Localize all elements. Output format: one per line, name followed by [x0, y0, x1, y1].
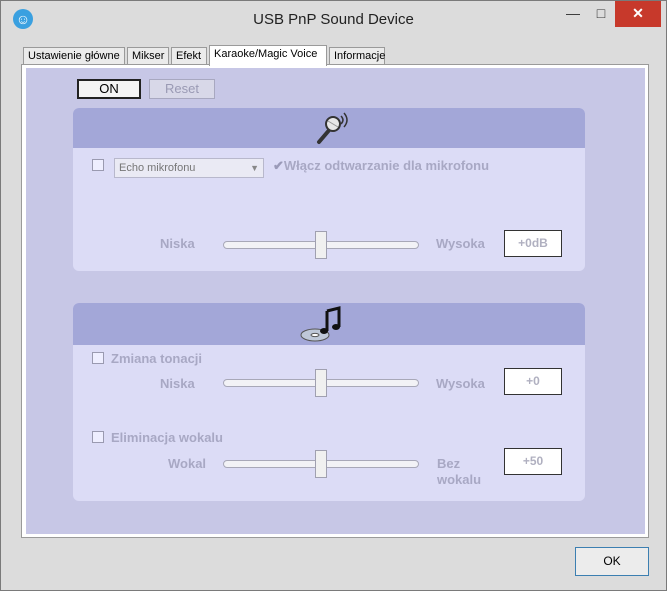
sound-device-window: ☺ USB PnP Sound Device — □ ✕ Ustawienie …	[0, 0, 667, 591]
microphone-group-header	[73, 108, 585, 148]
vocal-slider-thumb[interactable]	[315, 450, 327, 478]
vocal-high-label-line1: Bez	[437, 456, 461, 471]
title-bar: ☺ USB PnP Sound Device — □ ✕	[1, 1, 666, 39]
maximize-button[interactable]: □	[587, 1, 615, 27]
checkmark-icon: ✔	[273, 158, 284, 173]
pitch-change-checkbox[interactable]	[92, 352, 104, 364]
pitch-slider-thumb[interactable]	[315, 369, 327, 397]
vocal-removal-label: Eliminacja wokalu	[111, 430, 223, 445]
ok-button[interactable]: OK	[575, 547, 649, 576]
mic-low-label: Niska	[160, 236, 195, 251]
chevron-down-icon: ▼	[250, 163, 259, 173]
tab-main-settings[interactable]: Ustawienie główne	[23, 47, 125, 65]
mic-value-display: +0dB	[504, 230, 562, 257]
pitch-value-display: +0	[504, 368, 562, 395]
mic-high-label: Wysoka	[436, 236, 485, 251]
tab-karaoke-magic-voice[interactable]: Karaoke/Magic Voice	[209, 45, 327, 66]
echo-checkbox[interactable]	[92, 159, 104, 171]
music-group-header	[73, 303, 585, 345]
echo-select[interactable]: Echo mikrofonu ▼	[114, 158, 264, 178]
pitch-change-label: Zmiana tonacji	[111, 351, 203, 366]
mic-playback-label: Włącz odtwarzanie dla mikrofonu	[283, 158, 490, 173]
vocal-value-display: +50	[504, 448, 562, 475]
reset-button[interactable]: Reset	[149, 79, 215, 99]
vocal-removal-checkbox[interactable]	[92, 431, 104, 443]
vocal-high-label-line2: wokalu	[437, 472, 482, 487]
mic-playback-checkbox[interactable]: ✔Włącz odtwarzanie dla mikrofonu	[273, 158, 489, 174]
on-button[interactable]: ON	[77, 79, 141, 99]
tab-mixer[interactable]: Mikser	[127, 47, 169, 65]
pitch-high-label: Wysoka	[436, 376, 485, 391]
tab-information[interactable]: Informacje	[329, 47, 385, 65]
pitch-low-label: Niska	[160, 376, 195, 391]
tab-effect[interactable]: Efekt	[171, 47, 207, 65]
music-disc-icon	[300, 306, 341, 342]
echo-select-value: Echo mikrofonu	[119, 162, 196, 174]
minimize-button[interactable]: —	[559, 1, 587, 27]
close-button[interactable]: ✕	[615, 1, 661, 27]
mic-slider-thumb[interactable]	[315, 231, 327, 259]
vocal-low-label: Wokal	[168, 456, 207, 471]
microphone-icon	[317, 112, 348, 144]
